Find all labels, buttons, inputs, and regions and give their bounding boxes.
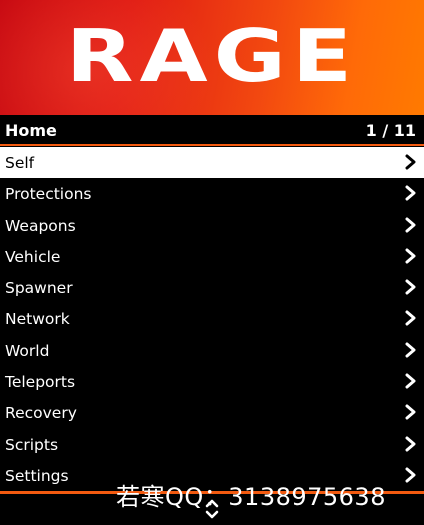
mod-menu-window: RAGE Home 1 / 11 Self Protections Weapon… [0,0,424,525]
menu-item-label: Spawner [5,279,73,298]
menu-item-label: Vehicle [5,247,61,266]
chevron-right-icon [404,184,418,202]
item-counter: 1 / 11 [365,121,416,140]
menu-item-world[interactable]: World [0,334,424,367]
menu-item-label: Protections [5,185,92,204]
menu-item-label: Teleports [5,373,76,392]
chevron-right-icon [404,278,418,296]
rage-logo: RAGE [65,14,359,98]
menu-item-teleports[interactable]: Teleports [0,366,424,398]
chevron-right-icon [404,247,418,265]
chevron-right-icon [404,216,418,234]
menu-item-weapons[interactable]: Weapons [0,209,424,241]
page-title: Home [5,121,57,140]
menu-item-network[interactable]: Network [0,303,424,335]
menu-item-spawner[interactable]: Spawner [0,272,424,304]
menu-item-label: Self [5,154,35,172]
menu-item-self[interactable]: Self [0,147,424,179]
menu-item-vehicle[interactable]: Vehicle [0,240,424,273]
menu-item-label: World [5,341,50,360]
menu-item-label: Network [5,310,70,329]
menu-item-scripts[interactable]: Scripts [0,428,424,460]
menu-header-banner: RAGE [0,0,424,115]
accent-divider-top [0,144,424,146]
menu-item-label: Scripts [5,435,59,454]
chevron-right-icon [404,309,418,327]
menu-subheader: Home 1 / 11 [0,115,424,146]
menu-item-list: Self Protections Weapons Vehicle Spawner [0,147,424,492]
chevron-right-icon [404,403,418,421]
chevron-right-icon [404,341,418,359]
chevron-right-icon [404,372,418,390]
menu-item-label: Settings [5,466,69,485]
menu-item-label: Weapons [5,216,76,235]
chevron-right-icon [404,153,418,171]
menu-item-protections[interactable]: Protections [0,178,424,210]
watermark-text: 若寒QQ：3138975638 [116,483,386,511]
chevron-right-icon [404,466,418,484]
menu-item-label: Recovery [5,404,77,423]
chevron-right-icon [404,435,418,453]
menu-item-recovery[interactable]: Recovery [0,397,424,429]
